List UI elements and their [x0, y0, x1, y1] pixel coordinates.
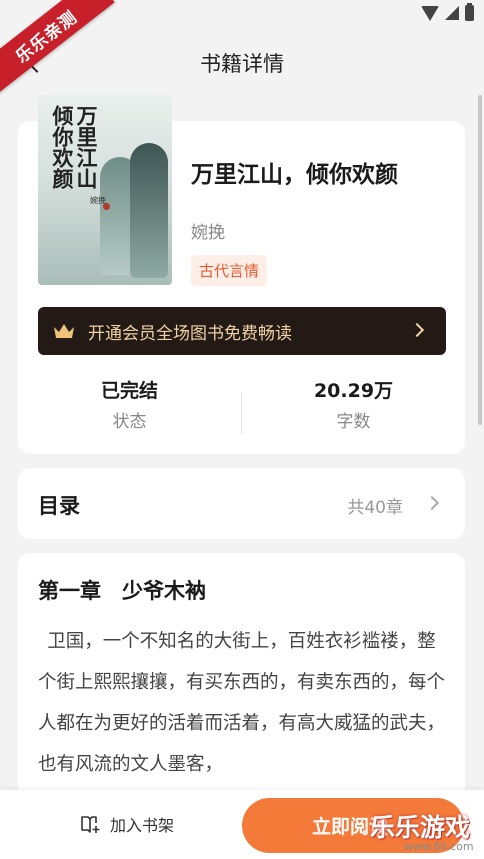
wifi-icon	[421, 5, 439, 21]
book-cover[interactable]: 万里江山倾你欢颜 婉挽	[38, 95, 172, 285]
chapter-preview-card: 第一章 少爷木衲 卫国，一个不知名的大街上，百姓衣衫褴褛，整个街上熙熙攘攘，有买…	[18, 553, 465, 803]
vip-banner-text: 开通会员全场图书免费畅读	[88, 323, 292, 344]
chapter-title: 第一章 少爷木衲	[38, 579, 206, 603]
page-title: 书籍详情	[200, 52, 284, 76]
scrollbar[interactable]	[478, 95, 482, 425]
book-stats: 已完结 状态 20.29万 字数	[18, 376, 465, 436]
watermark-logo: 乐乐游戏	[370, 813, 471, 842]
stat-word-count-label: 字数	[336, 412, 371, 432]
watermark-url: www.6ll.com	[404, 840, 474, 853]
status-icons	[421, 3, 474, 21]
add-to-bookshelf-label: 加入书架	[110, 816, 175, 835]
chevron-right-icon	[424, 495, 440, 511]
genre-tag[interactable]: 古代言情	[191, 255, 268, 286]
chapter-preview-text: 卫国，一个不知名的大街上，百姓衣衫褴褛，整个街上熙熙攘攘，有买东西的，有卖东西的…	[38, 631, 446, 775]
cover-title: 万里江山倾你欢颜	[50, 105, 99, 189]
battery-icon	[465, 3, 474, 21]
chevron-right-icon	[409, 322, 425, 338]
book-info-card: 万里江山倾你欢颜 婉挽 万里江山，倾你欢颜 婉挽 古代言情 开通会员全场图书免费…	[18, 95, 465, 454]
cover-seal	[103, 203, 110, 210]
stat-word-count-value: 20.29万	[313, 380, 394, 402]
stat-status-label: 状态	[112, 412, 147, 432]
toc-chapter-count: 共40章	[347, 498, 403, 518]
stat-word-count: 20.29万 字数	[242, 376, 465, 432]
add-to-bookshelf-button[interactable]: 加入书架	[80, 812, 174, 836]
table-of-contents-row[interactable]: 目录 共40章	[18, 468, 465, 539]
book-title: 万里江山，倾你欢颜	[191, 162, 398, 188]
stat-status: 已完结 状态	[18, 376, 241, 432]
book-author[interactable]: 婉挽	[191, 218, 225, 243]
vip-banner[interactable]: 开通会员全场图书免费畅读	[38, 307, 446, 355]
header: 书籍详情	[0, 36, 484, 88]
cover-figure-male	[130, 143, 168, 278]
signal-icon	[445, 6, 459, 20]
toc-title: 目录	[38, 494, 80, 518]
crown-icon	[52, 322, 76, 340]
add-bookshelf-icon	[80, 814, 102, 834]
stat-status-value: 已完结	[100, 380, 158, 402]
